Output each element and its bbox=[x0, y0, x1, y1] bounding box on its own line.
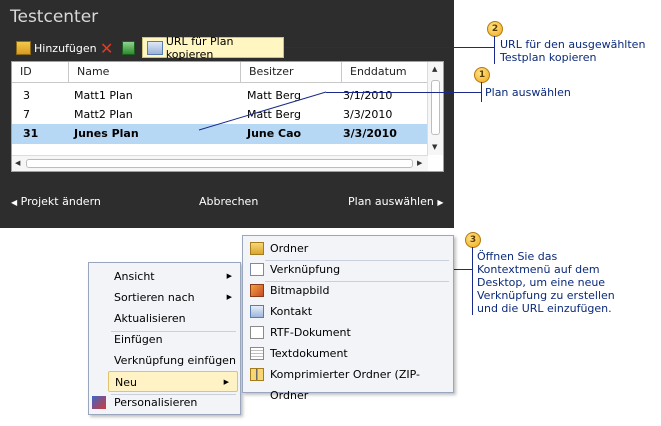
column-header-name[interactable]: Name bbox=[69, 62, 241, 82]
refresh-icon bbox=[122, 41, 135, 55]
callout-text-1: Plan auswählen bbox=[485, 86, 571, 99]
menu-item-label: Einfügen bbox=[114, 333, 163, 346]
submenu-item-label: Textdokument bbox=[270, 347, 348, 360]
menu-item-view[interactable]: Ansicht ▶ bbox=[89, 266, 240, 287]
cell-name: Matt1 Plan bbox=[74, 89, 133, 102]
callout-badge-1: 1 bbox=[474, 67, 490, 83]
callout-2-line-1: URL für den ausgewählten bbox=[500, 38, 646, 51]
submenu-item-rtf[interactable]: RTF-Dokument bbox=[243, 322, 453, 343]
submenu-item-label: Kontakt bbox=[270, 305, 313, 318]
callout-line bbox=[284, 47, 495, 48]
menu-item-personalize[interactable]: Personalisieren bbox=[89, 392, 240, 413]
menu-item-sort-by[interactable]: Sortieren nach ▶ bbox=[89, 287, 240, 308]
submenu-item-folder[interactable]: Ordner bbox=[243, 238, 453, 259]
submenu-item-contact[interactable]: Kontakt bbox=[243, 301, 453, 322]
callout-badge-2: 2 bbox=[487, 21, 503, 37]
vertical-scrollbar[interactable]: ▲ ▼ bbox=[427, 62, 443, 155]
menu-item-label: Verknüpfung einfügen bbox=[114, 354, 236, 367]
menu-item-refresh[interactable]: Aktualisieren bbox=[89, 308, 240, 329]
window-title: Testcenter bbox=[10, 7, 99, 27]
change-project-label: Projekt ändern bbox=[20, 195, 101, 208]
callout-badge-3: 3 bbox=[465, 232, 481, 248]
submenu-arrow-icon: ▶ bbox=[226, 272, 232, 280]
submenu-arrow-icon: ▶ bbox=[226, 293, 232, 301]
select-plan-label: Plan auswählen bbox=[348, 195, 434, 208]
desktop-context-menu: Ansicht ▶ Sortieren nach ▶ Aktualisieren… bbox=[88, 262, 241, 415]
menu-item-label: Personalisieren bbox=[114, 396, 198, 409]
copy-url-button[interactable]: URL für Plan kopieren bbox=[142, 34, 284, 61]
add-button-label: Hinzufügen bbox=[34, 41, 97, 55]
cell-enddate: 3/1/2010 bbox=[343, 89, 393, 102]
callout-3-line-5: und die URL einzufügen. bbox=[477, 302, 612, 315]
copy-url-label: URL für Plan kopieren bbox=[165, 34, 234, 61]
cell-name: Junes Plan bbox=[74, 127, 139, 140]
callout-text-2: URL für den ausgewählten Testplan kopier… bbox=[500, 38, 645, 64]
vertical-scroll-thumb[interactable] bbox=[431, 80, 440, 135]
column-header-owner[interactable]: Besitzer bbox=[241, 62, 342, 82]
menu-item-new[interactable]: Neu ▶ bbox=[108, 371, 238, 392]
rtf-document-icon bbox=[250, 326, 264, 339]
add-button[interactable]: Hinzufügen bbox=[16, 38, 97, 58]
submenu-item-label: RTF-Dokument bbox=[270, 326, 351, 339]
scroll-left-icon[interactable]: ◀ bbox=[15, 159, 20, 167]
submenu-item-label: Bitmapbild bbox=[270, 284, 330, 297]
callout-text-3: Öffnen Sie das Kontextmenü auf dem Deskt… bbox=[477, 250, 615, 315]
cancel-button[interactable]: Abbrechen bbox=[199, 195, 258, 208]
menu-item-label: Sortieren nach bbox=[114, 291, 195, 304]
contact-icon bbox=[250, 305, 264, 318]
refresh-button[interactable] bbox=[122, 38, 138, 58]
column-header-id[interactable]: ID bbox=[12, 62, 69, 82]
cell-enddate: 3/3/2010 bbox=[343, 108, 393, 121]
callout-line bbox=[494, 36, 495, 64]
cell-id: 31 bbox=[23, 127, 39, 140]
callout-3-line-4: Verknüpfung zu erstellen bbox=[477, 289, 615, 302]
add-icon bbox=[16, 41, 31, 55]
submenu-arrow-icon: ▶ bbox=[223, 378, 229, 386]
menu-item-label: Aktualisieren bbox=[114, 312, 186, 325]
submenu-item-zip[interactable]: Komprimierter Ordner (ZIP-Ordner bbox=[243, 364, 453, 402]
callout-3-line-3: Desktop, um eine neue bbox=[477, 276, 606, 289]
personalize-icon bbox=[92, 396, 106, 409]
delete-button[interactable]: ✕ bbox=[100, 38, 113, 58]
text-document-icon bbox=[250, 347, 264, 360]
cell-name: Matt2 Plan bbox=[74, 108, 133, 121]
back-arrow-icon: ◀ bbox=[11, 198, 18, 207]
horizontal-scrollbar[interactable]: ◀ ▶ bbox=[12, 155, 428, 171]
menu-item-label: Ansicht bbox=[114, 270, 155, 283]
submenu-item-text[interactable]: Textdokument bbox=[243, 343, 453, 364]
bitmap-icon bbox=[250, 284, 264, 297]
callout-3-line-1: Öffnen Sie das bbox=[477, 250, 558, 263]
submenu-item-label: Komprimierter Ordner (ZIP-Ordner bbox=[270, 368, 420, 402]
horizontal-scroll-thumb[interactable] bbox=[26, 159, 413, 168]
grid-header: ID Name Besitzer Enddatum bbox=[12, 62, 428, 83]
scroll-right-icon[interactable]: ▶ bbox=[417, 159, 422, 167]
cell-id: 3 bbox=[23, 89, 30, 102]
callout-2-line-2: Testplan kopieren bbox=[500, 51, 597, 64]
change-project-button[interactable]: ◀ Projekt ändern bbox=[11, 195, 101, 208]
folder-icon bbox=[250, 242, 264, 255]
cell-id: 7 bbox=[23, 108, 30, 121]
shortcut-icon bbox=[250, 263, 264, 276]
delete-icon: ✕ bbox=[100, 38, 114, 58]
callout-line bbox=[326, 92, 482, 93]
callout-line bbox=[472, 247, 473, 315]
menu-item-label: Neu bbox=[115, 376, 137, 389]
forward-arrow-icon: ▶ bbox=[437, 198, 444, 207]
menu-item-paste[interactable]: Einfügen bbox=[89, 329, 240, 350]
submenu-item-label: Verknüpfung bbox=[270, 263, 341, 276]
copy-icon bbox=[147, 40, 163, 55]
menu-item-paste-shortcut[interactable]: Verknüpfung einfügen bbox=[89, 350, 240, 371]
submenu-item-label: Ordner bbox=[270, 242, 309, 255]
zip-folder-icon bbox=[250, 368, 264, 381]
submenu-item-bitmap[interactable]: Bitmapbild bbox=[243, 280, 453, 301]
callout-pointer-line bbox=[198, 91, 327, 131]
select-plan-button[interactable]: Plan auswählen ▶ bbox=[348, 195, 444, 208]
callout-3-line-2: Kontextmenü auf dem bbox=[477, 263, 600, 276]
column-header-enddate[interactable]: Enddatum bbox=[342, 62, 428, 82]
submenu-item-shortcut[interactable]: Verknüpfung bbox=[243, 259, 453, 280]
new-submenu: Ordner Verknüpfung Bitmapbild Kontakt RT… bbox=[242, 235, 454, 402]
scroll-up-icon[interactable]: ▲ bbox=[432, 65, 437, 73]
scroll-down-icon[interactable]: ▼ bbox=[432, 143, 437, 151]
cell-enddate: 3/3/2010 bbox=[343, 127, 397, 140]
